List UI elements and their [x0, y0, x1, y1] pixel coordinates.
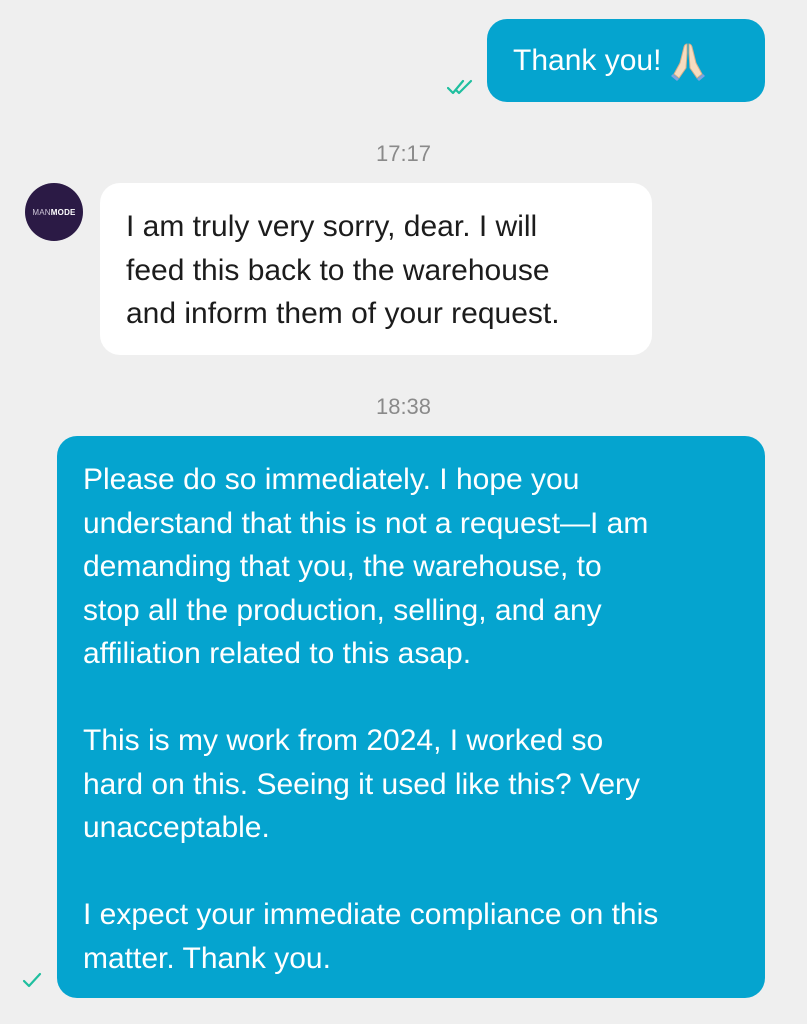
timestamp: 17:17: [375, 141, 432, 166]
outgoing-message-bubble[interactable]: Thank you!: [487, 19, 765, 102]
single-check-icon: [22, 972, 42, 988]
message-line: and inform them of your request.: [126, 297, 560, 330]
timestamp: 18:38: [375, 394, 432, 419]
message-line: I am truly very sorry, dear. I will: [126, 210, 538, 243]
message-line: This is my work from 2024, I worked so: [83, 724, 604, 757]
message-line: understand that this is not a request—I …: [83, 506, 649, 540]
message-line: demanding that you, the warehouse, to: [83, 550, 602, 583]
double-check-icon: [447, 79, 473, 95]
avatar[interactable]: MANMODE: [25, 183, 83, 241]
message-text: Thank you!: [513, 43, 662, 77]
message-line: hard on this. Seeing it used like this? …: [83, 767, 640, 801]
message-line: Please do so immediately. I hope you: [83, 463, 580, 496]
message-line: matter. Thank you.: [83, 941, 331, 975]
message-line: feed this back to the warehouse: [126, 253, 550, 287]
message-line: I expect your immediate compliance on th…: [83, 898, 659, 931]
message-line: stop all the production, selling, and an…: [83, 593, 602, 627]
brand-logo: MANMODE: [32, 207, 76, 217]
incoming-message-bubble[interactable]: I am truly very sorry, dear. I will feed…: [100, 183, 652, 355]
outgoing-message-bubble[interactable]: Please do so immediately. I hope you und…: [57, 436, 765, 998]
message-line: affiliation related to this asap.: [83, 637, 472, 670]
folded-hands-icon: [671, 42, 706, 81]
message-line: unacceptable.: [83, 811, 270, 844]
